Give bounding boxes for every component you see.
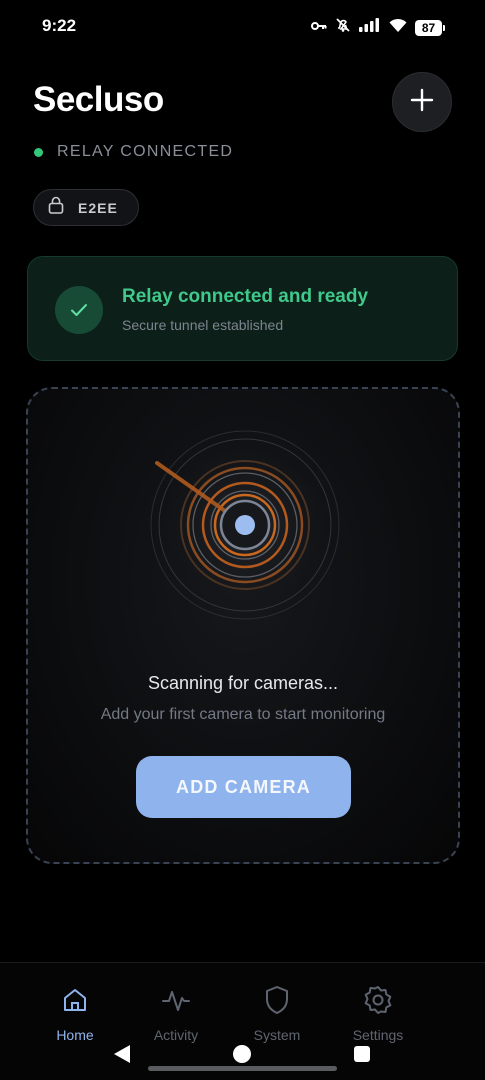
battery-level: 87	[415, 19, 442, 36]
add-button[interactable]	[392, 72, 452, 132]
nav-item-activity[interactable]: Activity	[131, 983, 221, 1043]
system-nav-bar	[0, 1038, 485, 1080]
nav-item-home[interactable]: Home	[30, 983, 120, 1043]
scan-subtitle: Add your first camera to start monitorin…	[100, 706, 386, 723]
nav-item-settings[interactable]: Settings	[333, 983, 423, 1043]
home-button[interactable]	[233, 1045, 251, 1063]
check-icon	[55, 286, 103, 334]
home-icon	[58, 983, 92, 1017]
relay-status-card: Relay connected and ready Secure tunnel …	[27, 256, 458, 361]
relay-card-subtitle: Secure tunnel established	[122, 317, 284, 333]
scan-title: Scanning for cameras...	[147, 673, 339, 693]
mute-icon	[335, 17, 351, 38]
relay-status-text: RELAY CONNECTED	[57, 143, 234, 160]
app-title: Secluso	[33, 80, 164, 119]
nav-item-system[interactable]: System	[232, 983, 322, 1043]
e2ee-label: E2EE	[78, 199, 118, 216]
status-time: 9:22	[42, 16, 77, 35]
camera-scan-area: Scanning for cameras... Add your first c…	[26, 387, 460, 864]
key-icon	[311, 19, 327, 37]
plus-icon	[410, 88, 434, 117]
activity-icon	[159, 983, 193, 1017]
status-dot	[34, 147, 43, 157]
add-camera-button[interactable]: ADD CAMERA	[136, 756, 351, 818]
status-bar: 9:22 87	[0, 0, 485, 56]
lock-icon	[48, 196, 64, 219]
signal-icon	[359, 18, 381, 37]
home-indicator[interactable]	[148, 1066, 337, 1071]
status-icons: 87	[311, 17, 445, 38]
relay-status: RELAY CONNECTED	[34, 143, 233, 161]
back-icon[interactable]	[113, 1044, 131, 1069]
gear-icon	[361, 983, 395, 1017]
relay-card-title: Relay connected and ready	[122, 286, 369, 307]
shield-icon	[260, 983, 294, 1017]
radar-icon	[145, 425, 345, 625]
wifi-icon	[389, 18, 407, 37]
recents-button[interactable]	[354, 1046, 370, 1062]
battery-icon: 87	[415, 19, 445, 36]
e2ee-badge: E2EE	[33, 189, 139, 226]
